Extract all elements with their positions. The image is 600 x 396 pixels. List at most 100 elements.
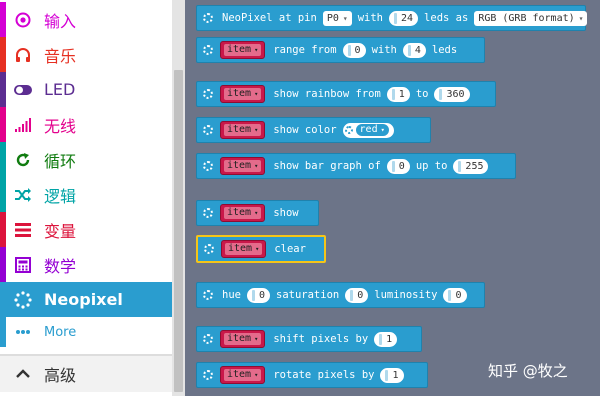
gear-icon	[203, 370, 213, 380]
block-hsl[interactable]: hue 0 saturation 0 luminosity 0	[196, 282, 485, 308]
block-text: show color	[273, 124, 337, 136]
variable-name: item	[224, 369, 262, 381]
radio-target-icon	[14, 11, 32, 29]
gear-icon	[203, 13, 213, 23]
format-dropdown[interactable]: RGB (GRB format)	[474, 10, 588, 26]
rotate-amount-input[interactable]: 1	[380, 367, 404, 383]
block-text: rotate pixels by	[273, 369, 375, 381]
gear-icon	[204, 244, 214, 254]
block-clear[interactable]: item clear	[196, 235, 326, 263]
variable-dropdown[interactable]: item	[220, 85, 266, 103]
variable-name: item	[224, 333, 262, 345]
block-neopixel-create[interactable]: NeoPixel at pin P0 with 24 leds as RGB (…	[196, 5, 588, 31]
category-variables[interactable]: 变量	[0, 212, 172, 247]
range-start-input[interactable]: 0	[342, 42, 366, 58]
block-text: clear	[274, 243, 306, 255]
category-stripe	[0, 317, 6, 347]
category-label: LED	[44, 80, 76, 99]
shuffle-icon	[14, 186, 32, 204]
variable-dropdown[interactable]: item	[220, 330, 266, 348]
gear-icon	[203, 161, 213, 171]
block-text: leds as	[424, 12, 469, 24]
toggle-icon	[14, 81, 32, 99]
category-label: 无线	[44, 116, 77, 136]
variable-dropdown[interactable]: item	[220, 157, 266, 175]
block-text: up to	[415, 160, 448, 172]
variable-dropdown[interactable]: item	[220, 366, 266, 384]
variable-name: item	[224, 207, 262, 219]
block-text: with	[357, 12, 383, 24]
rainbow-start-input[interactable]: 1	[386, 86, 410, 102]
gear-icon	[203, 125, 213, 135]
block-text: show rainbow from	[273, 88, 381, 100]
gear-icon	[203, 45, 213, 55]
category-advanced[interactable]: 高级	[0, 354, 172, 392]
category-stripe	[0, 107, 6, 142]
block-text: shift pixels by	[273, 333, 369, 345]
gear-icon	[344, 126, 353, 134]
leds-input[interactable]: 24	[389, 10, 419, 26]
pin-dropdown[interactable]: P0	[322, 10, 352, 26]
block-shift-pixels[interactable]: item shift pixels by 1	[196, 326, 422, 352]
block-show-rainbow[interactable]: item show rainbow from 1 to 360	[196, 81, 496, 107]
block-rotate-pixels[interactable]: item rotate pixels by 1	[196, 362, 428, 388]
gear-icon	[203, 89, 213, 99]
category-stripe	[0, 142, 6, 177]
block-text: luminosity	[374, 289, 438, 301]
variable-dropdown[interactable]: item	[220, 121, 266, 139]
variable-name: item	[225, 243, 263, 255]
variable-dropdown[interactable]: item	[221, 240, 267, 258]
variable-name: item	[224, 88, 262, 100]
category-radio[interactable]: 无线	[0, 107, 172, 142]
spinner-icon	[14, 290, 32, 309]
variable-dropdown[interactable]: item	[220, 41, 266, 59]
category-music[interactable]: 音乐	[0, 37, 172, 72]
luminosity-input[interactable]: 0	[443, 287, 467, 303]
block-text: NeoPixel at pin	[222, 12, 317, 24]
block-show-color[interactable]: item show color red	[196, 117, 431, 143]
variable-name: item	[224, 44, 262, 56]
block-text: to	[415, 88, 429, 100]
category-label: 逻辑	[44, 186, 77, 206]
category-more[interactable]: More	[0, 317, 172, 347]
block-show[interactable]: item show	[196, 200, 319, 226]
block-range[interactable]: item range from 0 with 4 leds	[196, 37, 485, 63]
hue-input[interactable]: 0	[246, 287, 270, 303]
bar-graph-value-input[interactable]: 0	[386, 158, 410, 174]
category-math[interactable]: 数学	[0, 247, 172, 282]
calculator-icon	[14, 256, 32, 274]
more-label: More	[44, 324, 77, 340]
category-logic[interactable]: 逻辑	[0, 177, 172, 212]
block-text: with	[371, 44, 397, 56]
category-input[interactable]: 输入	[0, 2, 172, 37]
category-stripe	[0, 2, 6, 37]
bar-graph-max-input[interactable]: 255	[453, 158, 489, 174]
headphones-icon	[14, 46, 32, 64]
shift-amount-input[interactable]: 1	[374, 331, 398, 347]
category-stripe	[0, 72, 6, 107]
category-loops[interactable]: 循环	[0, 142, 172, 177]
category-label: 数学	[44, 256, 77, 276]
color-input[interactable]: red	[342, 122, 394, 138]
variable-name: item	[224, 124, 262, 136]
workspace[interactable]: NeoPixel at pin P0 with 24 leds as RGB (…	[185, 0, 600, 396]
block-text: range from	[273, 44, 337, 56]
advanced-label: 高级	[44, 366, 77, 385]
toolbox-scrollbar-thumb[interactable]	[174, 70, 183, 392]
category-label: 变量	[44, 221, 77, 241]
rainbow-end-input[interactable]: 360	[434, 86, 470, 102]
category-stripe	[0, 247, 6, 282]
category-led[interactable]: LED	[0, 72, 172, 107]
category-neopixel[interactable]: Neopixel	[0, 282, 172, 317]
gear-icon	[203, 290, 213, 300]
variable-name: item	[224, 160, 262, 172]
range-count-input[interactable]: 4	[402, 42, 426, 58]
variable-dropdown[interactable]: item	[220, 204, 266, 222]
toolbox: 输入 音乐 LED 无线 循环 逻辑 变量 数学 Neopixel More 高…	[0, 0, 172, 396]
block-show-bar-graph[interactable]: item show bar graph of 0 up to 255	[196, 153, 516, 179]
chevron-up-icon	[14, 365, 32, 383]
category-label: 输入	[44, 11, 77, 31]
saturation-input[interactable]: 0	[345, 287, 369, 303]
ellipsis-icon	[14, 323, 32, 341]
color-dropdown[interactable]: red	[355, 124, 389, 136]
